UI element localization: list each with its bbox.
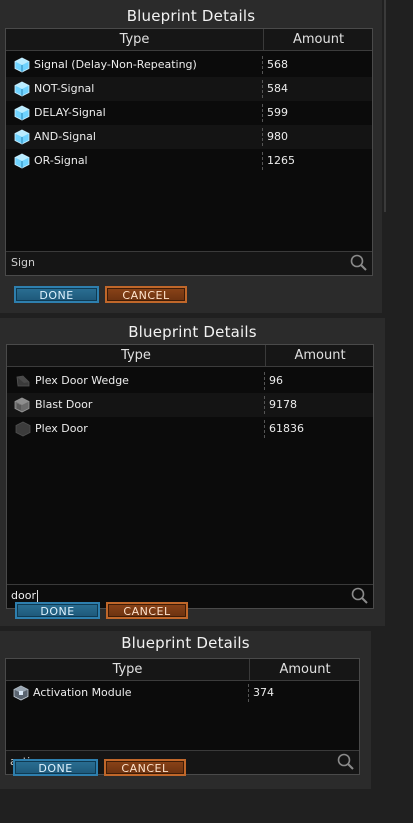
table-row[interactable]: Activation Module 374 [6,681,359,705]
signal-cube-icon [14,129,30,145]
cell-divider [262,56,263,74]
cell-divider [262,152,263,170]
cancel-button[interactable]: CANCEL [106,602,188,619]
amount-cell: 599 [267,106,288,119]
signal-cube-icon [14,153,30,169]
table-row[interactable]: Blast Door 9178 [7,393,373,417]
amount-cell: 61836 [269,422,304,435]
table-row[interactable]: DELAY-Signal 599 [6,101,372,125]
signal-cube-icon [14,57,30,73]
cancel-button[interactable]: CANCEL [105,286,187,303]
blueprint-dialog-1: Blueprint Details Type Amount Signal (De… [0,0,382,313]
blueprint-dialog-2: Blueprint Details Type Amount Plex Door … [0,318,385,626]
type-cell: OR-Signal [34,154,88,167]
column-header-amount[interactable]: Amount [266,345,374,366]
amount-cell: 96 [269,374,283,387]
signal-cube-icon [14,81,30,97]
dialog-title: Blueprint Details [128,323,257,341]
column-header-amount[interactable]: Amount [264,29,373,50]
search-input-value: door [11,589,36,602]
wedge-block-icon [16,375,30,387]
search-field[interactable]: Sign [6,251,372,275]
cell-divider [264,396,265,414]
done-button[interactable]: DONE [13,759,98,776]
type-cell: Signal (Delay-Non-Repeating) [34,58,197,71]
cell-divider [264,372,265,390]
type-cell: NOT-Signal [34,82,95,95]
column-header-type[interactable]: Type [6,659,249,680]
table-row[interactable]: NOT-Signal 584 [6,77,372,101]
column-header-amount[interactable]: Amount [250,659,360,680]
cell-divider [262,104,263,122]
done-button[interactable]: DONE [15,602,100,619]
search-icon[interactable] [350,587,370,605]
table-header: Type Amount [6,29,372,51]
hexagon-block-icon [15,421,31,437]
cell-divider [264,420,265,438]
done-button[interactable]: DONE [14,286,99,303]
blueprint-dialog-3: Blueprint Details Type Amount Activation… [0,631,371,789]
amount-cell: 568 [267,58,288,71]
window-edge [384,0,386,212]
amount-cell: 9178 [269,398,297,411]
type-cell: DELAY-Signal [34,106,106,119]
table-row[interactable]: OR-Signal 1265 [6,149,372,173]
table-row[interactable]: Signal (Delay-Non-Repeating) 568 [6,53,372,77]
type-cell: AND-Signal [34,130,96,143]
signal-cube-icon [14,105,30,121]
type-cell: Blast Door [35,398,93,411]
activation-module-icon [13,685,29,701]
blueprint-table: Type Amount Signal (Delay-Non-Repeating)… [5,28,373,276]
table-row[interactable]: Plex Door Wedge 96 [7,369,373,393]
blast-door-block-icon [14,397,30,413]
table-header: Type Amount [6,659,359,681]
type-cell: Plex Door Wedge [35,374,129,387]
type-cell: Activation Module [33,686,132,699]
blueprint-table: Type Amount Plex Door Wedge 96 Blast Doo… [6,344,374,609]
column-header-type[interactable]: Type [6,29,263,50]
dialog-title: Blueprint Details [121,634,250,652]
type-cell: Plex Door [35,422,88,435]
blueprint-table: Type Amount Activation Module 374 activ [5,658,360,775]
cancel-button[interactable]: CANCEL [104,759,186,776]
text-caret [36,590,38,602]
cell-divider [262,128,263,146]
column-header-type[interactable]: Type [7,345,265,366]
table-row[interactable]: AND-Signal 980 [6,125,372,149]
amount-cell: 1265 [267,154,295,167]
search-icon[interactable] [349,254,369,272]
cell-divider [248,684,249,702]
search-input[interactable]: Sign [11,252,35,274]
cell-divider [262,80,263,98]
amount-cell: 374 [253,686,274,699]
amount-cell: 584 [267,82,288,95]
search-icon[interactable] [336,753,356,771]
amount-cell: 980 [267,130,288,143]
dialog-title: Blueprint Details [126,7,256,25]
table-header: Type Amount [7,345,373,367]
table-row[interactable]: Plex Door 61836 [7,417,373,441]
